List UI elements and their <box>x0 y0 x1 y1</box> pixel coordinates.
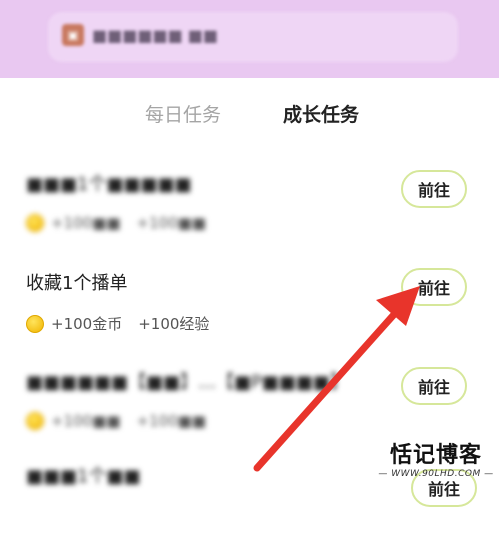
task-title: 收藏1个播单 <box>26 273 128 294</box>
go-button[interactable]: 前往 <box>401 268 467 306</box>
coin-icon <box>26 214 44 232</box>
coin-reward: +100■■ <box>51 412 121 430</box>
task-rewards: +100■■ +100■■ <box>26 214 206 232</box>
header-banner: ▣ ■■■■■■ ■■ <box>0 0 499 78</box>
watermark: 恬记博客 — WWW.90LHD.COM — <box>377 437 495 493</box>
task-rewards: +100金币 +100经验 <box>26 313 209 334</box>
task-rewards: +100■■ +100■■ <box>26 412 206 430</box>
task-tabs: 每日任务 成长任务 <box>0 96 499 136</box>
watermark-url: — WWW.90LHD.COM — <box>378 469 494 479</box>
tab-growth-tasks[interactable]: 成长任务 <box>283 100 359 127</box>
task-title: ■■■■■■【■■】…【■P■■■■】 <box>26 372 348 393</box>
gift-icon: ▣ <box>62 24 84 46</box>
exp-reward: +100■■ <box>136 412 207 430</box>
watermark-title: 恬记博客 <box>389 443 482 468</box>
coin-reward: +100■■ <box>51 214 121 232</box>
tab-daily-tasks[interactable]: 每日任务 <box>145 100 221 127</box>
coin-icon <box>26 314 44 333</box>
exp-reward: +100■■ <box>136 214 207 232</box>
task-title: ■■■1个■■■■■ <box>26 174 192 195</box>
coin-reward: +100金币 <box>51 315 123 333</box>
go-button[interactable]: 前往 <box>401 170 467 208</box>
exp-reward: +100经验 <box>138 315 210 333</box>
coin-icon <box>26 412 44 430</box>
task-title: ■■■1个■■ <box>26 466 141 487</box>
go-button[interactable]: 前往 <box>401 367 467 405</box>
header-title: ■■■■■■ ■■ <box>92 26 219 45</box>
header-card[interactable]: ▣ ■■■■■■ ■■ <box>48 12 458 62</box>
